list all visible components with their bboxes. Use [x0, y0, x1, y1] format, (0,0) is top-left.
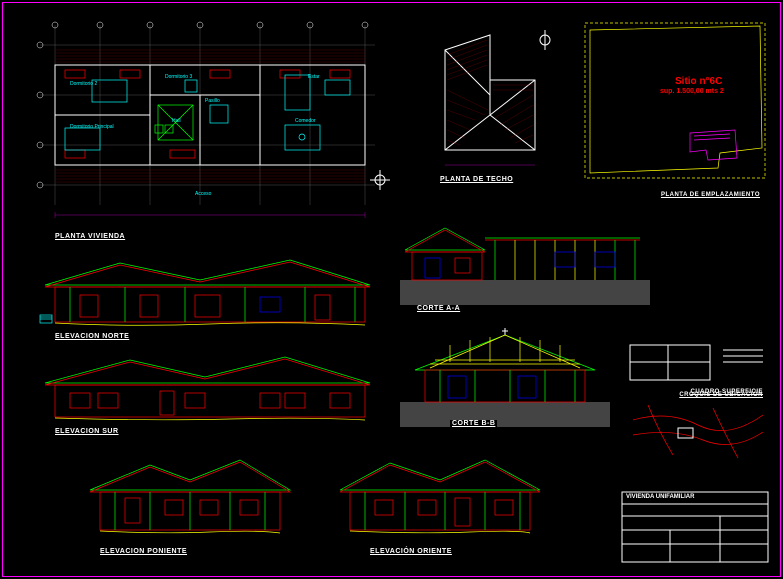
site-title: PLANTA DE EMPLAZAMIENTO: [661, 192, 760, 198]
elev-south: ELEVACION SUR: [30, 345, 380, 435]
roof-title: PLANTA DE TECHO: [440, 176, 513, 183]
site-plan: Sitio n°6C sup. 1.500,00 mts 2 PLANTA DE…: [580, 18, 770, 198]
elev-south-title: ELEVACION SUR: [55, 428, 119, 435]
roof-plan: PLANTA DE TECHO: [415, 20, 565, 195]
project-title: VIVIENDA UNIFAMILIAR: [626, 494, 694, 500]
room-acceso: Acceso: [195, 191, 212, 197]
section-aa: CORTE A-A: [400, 210, 650, 315]
room-pasillo: Pasillo: [205, 98, 220, 104]
site-lot: Sitio n°6C: [675, 76, 722, 87]
elev-east-title: ELEVACIÓN ORIENTE: [370, 548, 452, 555]
elev-east: ELEVACIÓN ORIENTE: [330, 445, 550, 555]
room-hall: Hall: [172, 118, 181, 124]
location-title: CROQUIS DE UBICACIÓN: [679, 392, 763, 398]
room-comedor: Comedor: [295, 118, 316, 124]
section-bb-title: CORTE B-B: [450, 420, 497, 427]
elev-north-title: ELEVACION NORTE: [55, 333, 129, 340]
elev-west-title: ELEVACION PONIENTE: [100, 548, 187, 555]
room-r1: Dormitorio Principal: [70, 124, 114, 130]
room-r3: Dormitorio 3: [165, 74, 192, 80]
section-aa-title: CORTE A-A: [415, 305, 462, 312]
title-block: VIVIENDA UNIFAMILIAR: [620, 490, 770, 565]
section-bb: CORTE B-B: [400, 320, 610, 435]
floorplan-title: PLANTA VIVIENDA: [55, 233, 125, 240]
floor-plan: Dormitorio Principal Dormitorio 2 Dormit…: [30, 20, 390, 240]
room-estar: Estar: [308, 74, 320, 80]
elev-north: ELEVACION NORTE: [30, 245, 380, 340]
location-sketch: CROQUIS DE UBICACIÓN: [628, 400, 768, 475]
elev-west: ELEVACION PONIENTE: [80, 445, 300, 555]
surface-table: CUADRO SUPERFICIE: [628, 330, 768, 395]
site-area: sup. 1.500,00 mts 2: [660, 88, 724, 95]
room-r2: Dormitorio 2: [70, 81, 97, 87]
